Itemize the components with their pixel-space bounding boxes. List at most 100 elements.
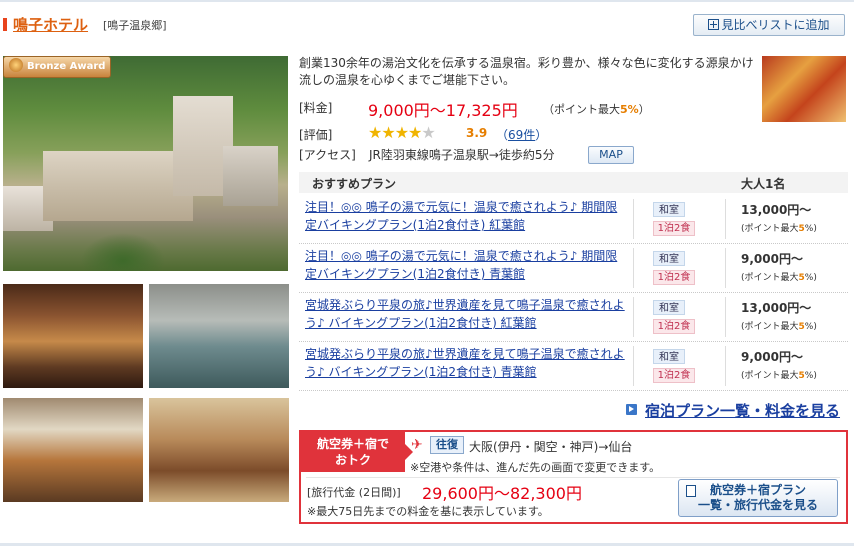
- travel-cost-range: 29,600円〜82,300円: [422, 484, 582, 503]
- plan-point-note: (ポイント最大5%): [741, 368, 817, 381]
- star-icon: ★: [394, 123, 409, 142]
- top-divider: [0, 0, 854, 2]
- all-plans-link[interactable]: 宿泊プラン一覧・料金を見る: [626, 400, 840, 421]
- photo-room[interactable]: [149, 398, 289, 502]
- hotel-description: 創業130余年の湯治文化を伝承する温泉宿。彩り豊か、様々な色に変化する源泉かけ流…: [299, 56, 754, 87]
- room-type-tag: 和室: [653, 300, 685, 315]
- air-hotel-button-line2: 一覧・旅行代金を見る: [697, 498, 818, 512]
- meal-tag: 1泊2食: [653, 368, 695, 383]
- add-to-compare-label: 見比べリストに追加: [721, 18, 830, 32]
- plus-box-icon: [708, 19, 720, 30]
- air-hotel-label-line1: 航空券＋宿で: [316, 437, 389, 451]
- plan-row: 注目！◎◎ 鳴子の湯で元気に！温泉で癒されよう♪ 期間限定バイキングプラン(1泊…: [299, 244, 848, 293]
- room-type-tag: 和室: [653, 251, 685, 266]
- plan-point-suffix: %): [804, 322, 817, 332]
- meal-tag: 1泊2食: [653, 221, 695, 236]
- air-hotel-label-line2: おトク: [334, 453, 371, 467]
- hotel-name-link[interactable]: 鳴子ホテル: [13, 14, 88, 35]
- room-type-tag: 和室: [653, 202, 685, 217]
- all-plans-label: 宿泊プラン一覧・料金を見る: [645, 402, 841, 420]
- plan-link[interactable]: 注目！◎◎ 鳴子の湯で元気に！温泉で癒されよう♪ 期間限定バイキングプラン(1泊…: [305, 247, 625, 283]
- divider: [633, 346, 634, 386]
- plan-point-note: (ポイント最大5%): [741, 319, 817, 332]
- star-icon: ★: [408, 123, 422, 142]
- divider: [306, 477, 840, 478]
- photo-buffet[interactable]: [3, 398, 143, 502]
- reviews-close: ）: [535, 128, 548, 142]
- travel-cost-note: ※最大75日先までの料金を基に表示しています。: [307, 505, 549, 518]
- plan-row: 宮城発ぶらり平泉の旅♪世界遺産を見て鳴子温泉で癒されよう♪ バイキングプラン(1…: [299, 293, 848, 342]
- plan-point-note: (ポイント最大5%): [741, 270, 817, 283]
- rating-label: [評価]: [299, 128, 333, 142]
- photo-kokeshi[interactable]: [762, 56, 846, 122]
- point-note: （ポイント最大5%）: [543, 101, 650, 117]
- plan-link[interactable]: 注目！◎◎ 鳴子の湯で元気に！温泉で癒されよう♪ 期間限定バイキングプラン(1泊…: [305, 198, 625, 234]
- plans-header: おすすめプラン 大人1名: [299, 172, 848, 193]
- photo-restaurant[interactable]: [3, 284, 143, 388]
- divider: [633, 199, 634, 239]
- plan-point-prefix: (ポイント最大: [741, 224, 799, 234]
- air-hotel-label: 航空券＋宿で おトク: [301, 432, 413, 472]
- plan-price: 13,000円〜: [741, 301, 812, 315]
- plan-link[interactable]: 宮城発ぶらり平泉の旅♪世界遺産を見て鳴子温泉で癒されよう♪ バイキングプラン(1…: [305, 345, 625, 381]
- divider: [725, 248, 726, 288]
- divider: [725, 346, 726, 386]
- divider: [725, 297, 726, 337]
- price-label: [料金]: [299, 101, 333, 115]
- bottom-divider: [0, 543, 854, 546]
- rating-score: 3.9: [466, 126, 488, 140]
- plan-price: 9,000円〜: [741, 350, 803, 364]
- reviews-link[interactable]: 69件: [508, 128, 535, 142]
- plan-point-suffix: %): [804, 371, 817, 381]
- plan-row: 注目！◎◎ 鳴子の湯で元気に！温泉で癒されよう♪ 期間限定バイキングプラン(1泊…: [299, 195, 848, 244]
- main-photo[interactable]: [3, 56, 288, 271]
- air-hotel-plans-button[interactable]: 航空券＋宿プラン 一覧・旅行代金を見る: [678, 479, 838, 517]
- plan-row: 宮城発ぶらり平泉の旅♪世界遺産を見て鳴子温泉で癒されよう♪ バイキングプラン(1…: [299, 342, 848, 391]
- plan-price: 9,000円〜: [741, 252, 803, 266]
- photo-building: [43, 151, 193, 221]
- plan-price: 13,000円〜: [741, 203, 812, 217]
- plane-icon: ✈: [411, 437, 423, 453]
- star-icon: ★: [381, 123, 395, 142]
- bronze-award-badge: Bronze Award: [3, 56, 111, 78]
- medal-icon: [9, 58, 23, 72]
- meal-tag: 1泊2食: [653, 319, 695, 334]
- roundtrip-tag: 往復: [430, 436, 464, 454]
- meal-tag: 1泊2食: [653, 270, 695, 285]
- airport-note: ※空港や条件は、進んだ先の画面で変更できます。: [410, 461, 661, 474]
- plan-point-prefix: (ポイント最大: [741, 322, 799, 332]
- access-label: [アクセス]: [299, 148, 356, 162]
- add-to-compare-button[interactable]: 見比べリストに追加: [693, 14, 845, 36]
- plans-header-plan: おすすめプラン: [312, 177, 397, 191]
- divider: [633, 297, 634, 337]
- rating-stars: ★★★★★: [368, 123, 436, 142]
- flight-route: 大阪(伊丹・関空・神戸)→仙台: [469, 440, 633, 454]
- reviews-open: （: [496, 128, 509, 142]
- bronze-award-label: Bronze Award: [27, 61, 106, 72]
- document-icon: [686, 485, 699, 500]
- reviews: （69件）: [496, 126, 547, 143]
- star-icon: ★: [421, 123, 435, 142]
- divider: [633, 248, 634, 288]
- access-text: JR陸羽東線鳴子温泉駅→徒歩約5分: [369, 148, 555, 162]
- photo-building: [223, 146, 278, 206]
- map-button[interactable]: MAP: [588, 146, 634, 164]
- point-suffix: ）: [638, 103, 650, 116]
- plan-point-prefix: (ポイント最大: [741, 273, 799, 283]
- hotel-area: [鳴子温泉郷]: [103, 19, 167, 32]
- plan-point-suffix: %): [804, 273, 817, 283]
- price-range: 9,000円〜17,325円: [368, 101, 518, 120]
- travel-cost-label: [旅行代金 (2日間)]: [307, 486, 401, 499]
- divider: [725, 199, 726, 239]
- star-icon: ★: [368, 123, 382, 142]
- air-hotel-button-line1: 航空券＋宿プラン: [709, 483, 806, 497]
- plan-link[interactable]: 宮城発ぶらり平泉の旅♪世界遺産を見て鳴子温泉で癒されよう♪ バイキングプラン(1…: [305, 296, 625, 332]
- photo-bath[interactable]: [149, 284, 289, 388]
- point-prefix: （ポイント最大: [543, 103, 620, 116]
- plans-header-price: 大人1名: [741, 177, 786, 191]
- room-type-tag: 和室: [653, 349, 685, 364]
- point-pct: 5%: [620, 103, 639, 116]
- title-marker: [3, 18, 7, 31]
- plan-point-suffix: %): [804, 224, 817, 234]
- arrow-icon: [626, 404, 637, 415]
